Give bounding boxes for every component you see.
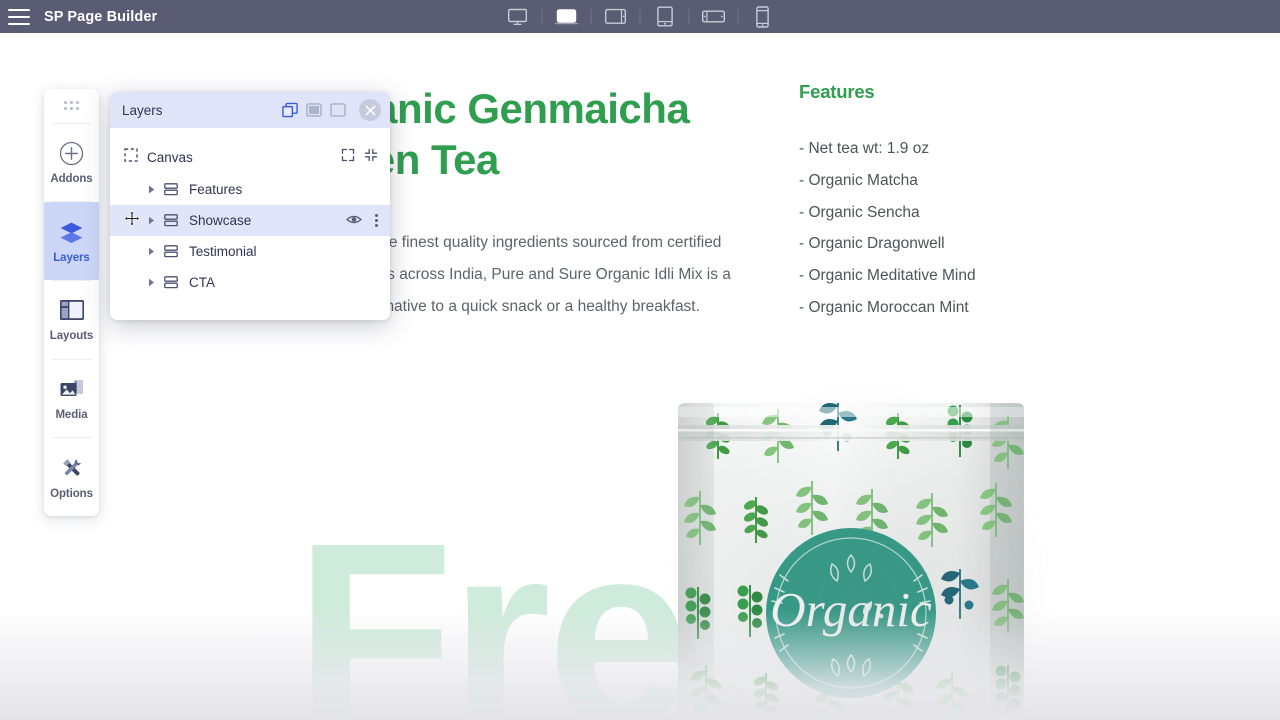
layers-stack-icon bbox=[59, 219, 85, 245]
chevron-right-icon[interactable] bbox=[146, 278, 156, 287]
sidebar-item-label: Layouts bbox=[49, 330, 94, 343]
list-item: - Organic Moroccan Mint bbox=[799, 298, 969, 316]
sidebar-item-media[interactable]: Media bbox=[44, 360, 99, 438]
expand-all-icon[interactable] bbox=[341, 148, 355, 167]
dock-right-icon[interactable] bbox=[330, 103, 346, 118]
dock-left-icon[interactable] bbox=[306, 103, 322, 118]
divider bbox=[590, 9, 592, 24]
kebab-menu-icon[interactable] bbox=[375, 214, 378, 227]
canvas-dashed-icon bbox=[124, 147, 138, 167]
divider bbox=[639, 9, 641, 24]
layer-row-showcase[interactable]: Showcase bbox=[110, 205, 390, 236]
builder-sidebar: Addons Layers Layouts Media Options bbox=[44, 89, 99, 516]
device-laptop-button[interactable] bbox=[550, 4, 584, 30]
layer-row-testimonial[interactable]: Testimonial bbox=[110, 236, 390, 267]
features-heading: Features bbox=[799, 81, 875, 102]
section-rows-icon bbox=[164, 276, 179, 289]
features-block: Features - Net tea wt: 1.9 oz - Organic … bbox=[799, 81, 1139, 324]
list-item: - Organic Meditative Mind bbox=[799, 267, 976, 285]
list-item: - Net tea wt: 1.9 oz bbox=[799, 140, 930, 157]
list-item: - Organic Sencha bbox=[799, 203, 920, 221]
sidebar-item-label: Addons bbox=[50, 173, 93, 186]
device-mobile-portrait-button[interactable] bbox=[746, 4, 780, 30]
device-desktop-button[interactable] bbox=[501, 4, 535, 30]
divider bbox=[737, 9, 739, 24]
layers-canvas-row[interactable]: Canvas bbox=[110, 140, 390, 174]
product-shadow bbox=[668, 385, 1048, 720]
layer-row-actions bbox=[346, 212, 378, 230]
dock-floating-icon[interactable] bbox=[282, 102, 298, 118]
section-rows-icon bbox=[164, 214, 179, 227]
layers-panel-header[interactable]: Layers bbox=[110, 92, 390, 128]
sidebar-item-label: Layers bbox=[53, 251, 90, 264]
layer-label: Features bbox=[189, 182, 243, 197]
list-item: - Organic Dragonwell bbox=[799, 235, 945, 253]
top-toolbar: SP Page Builder bbox=[0, 0, 1280, 33]
hamburger-icon[interactable] bbox=[8, 8, 30, 25]
list-item: - Organic Matcha bbox=[799, 171, 918, 189]
sidebar-item-options[interactable]: Options bbox=[44, 438, 99, 516]
layer-label: Testimonial bbox=[189, 244, 257, 259]
layers-panel: Layers Canvas Features Showcase Testimon… bbox=[110, 92, 390, 320]
sidebar-item-layouts[interactable]: Layouts bbox=[44, 281, 99, 359]
layouts-icon bbox=[59, 297, 85, 323]
layers-panel-title: Layers bbox=[122, 102, 163, 118]
chevron-right-icon[interactable] bbox=[146, 216, 156, 225]
drag-handle-icon bbox=[64, 101, 79, 111]
move-cursor-icon[interactable] bbox=[124, 210, 140, 231]
chevron-right-icon[interactable] bbox=[146, 185, 156, 194]
canvas-actions bbox=[341, 148, 378, 167]
sidebar-item-label: Options bbox=[50, 487, 93, 500]
layer-row-cta[interactable]: CTA bbox=[110, 267, 390, 298]
layer-label: Showcase bbox=[189, 213, 252, 228]
sidebar-item-label: Media bbox=[55, 409, 88, 422]
layer-row-features[interactable]: Features bbox=[110, 174, 390, 205]
section-rows-icon bbox=[164, 245, 179, 258]
section-rows-icon bbox=[164, 183, 179, 196]
collapse-all-icon[interactable] bbox=[364, 148, 378, 167]
close-icon[interactable] bbox=[359, 99, 381, 121]
app-root: Fresh Organic Genmaicha Green Tea Made w… bbox=[0, 0, 1280, 720]
device-preview-switcher bbox=[501, 0, 780, 33]
features-list: - Net tea wt: 1.9 oz - Organic Matcha - … bbox=[799, 133, 1139, 324]
chevron-right-icon[interactable] bbox=[146, 247, 156, 256]
device-mobile-landscape-button[interactable] bbox=[697, 4, 731, 30]
layer-label: CTA bbox=[189, 275, 215, 290]
sidebar-drag-handle[interactable] bbox=[44, 89, 99, 123]
wrench-tools-icon bbox=[59, 455, 85, 481]
layers-panel-header-actions bbox=[282, 99, 381, 121]
canvas-label: Canvas bbox=[147, 149, 193, 165]
plus-circle-icon bbox=[59, 140, 85, 166]
product-image: Organic bbox=[660, 373, 1060, 720]
media-image-icon bbox=[59, 376, 85, 402]
eye-icon[interactable] bbox=[346, 212, 362, 230]
device-tablet-landscape-button[interactable] bbox=[599, 4, 633, 30]
divider bbox=[688, 9, 690, 24]
sidebar-item-addons[interactable]: Addons bbox=[44, 124, 99, 202]
divider bbox=[541, 9, 543, 24]
sidebar-item-layers[interactable]: Layers bbox=[44, 202, 99, 281]
device-tablet-portrait-button[interactable] bbox=[648, 4, 682, 30]
layers-tree: Canvas Features Showcase Testimonial CTA bbox=[110, 140, 390, 298]
app-title: SP Page Builder bbox=[44, 8, 158, 25]
